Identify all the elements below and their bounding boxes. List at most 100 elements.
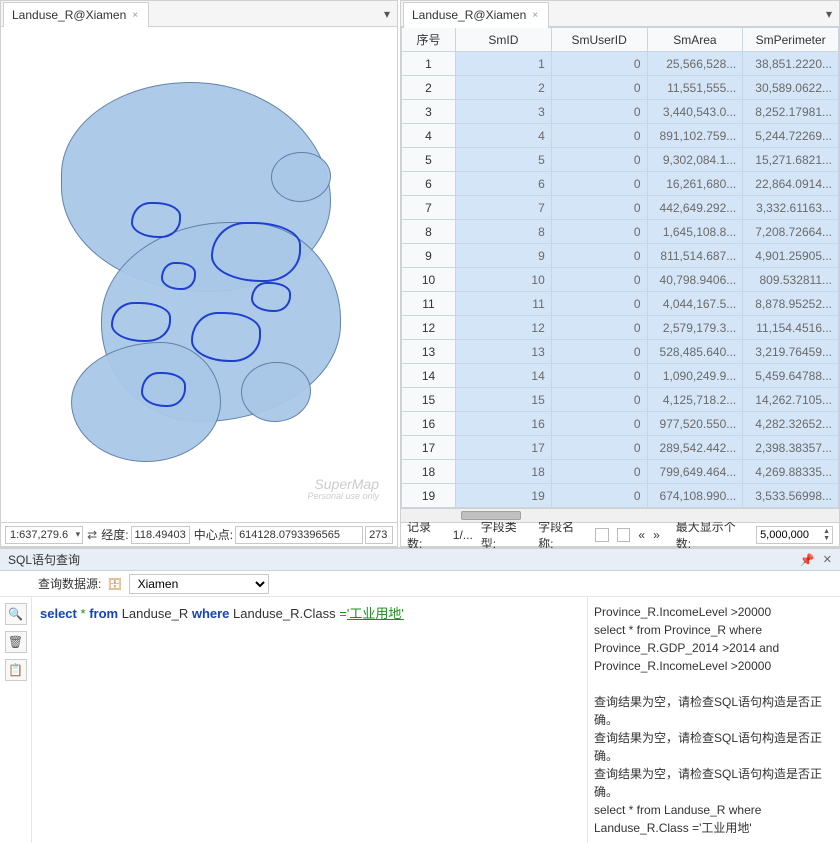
table-row[interactable]: 141401,090,249.9...5,459.64788... — [402, 364, 839, 388]
cell-smarea: 977,520.550... — [647, 412, 743, 436]
table-tab-bar: Landuse_R@Xiamen × ▾ — [401, 1, 839, 27]
cell-smperimeter: 4,282.32652... — [743, 412, 839, 436]
cell-rownum: 4 — [402, 124, 456, 148]
center-x[interactable]: 614128.0793396565 — [235, 526, 363, 544]
table-row[interactable]: 111104,044,167.5...8,878.95252... — [402, 292, 839, 316]
delete-icon[interactable]: 🗑 — [5, 631, 27, 653]
maxcount-input[interactable] — [757, 529, 821, 541]
tab-dropdown-icon[interactable]: ▾ — [821, 7, 837, 21]
table-row[interactable]: 990811,514.687...4,901.25905... — [402, 244, 839, 268]
cell-rownum: 14 — [402, 364, 456, 388]
table-row[interactable]: 17170289,542.442...2,398.38357... — [402, 436, 839, 460]
cell-smarea: 9,302,084.1... — [647, 148, 743, 172]
cell-smuserid: 0 — [551, 460, 647, 484]
map-canvas[interactable]: SuperMap Personal use only — [1, 27, 397, 522]
layout-icon[interactable] — [595, 528, 609, 542]
col-rownum[interactable]: 序号 — [402, 28, 456, 52]
col-smuserid[interactable]: SmUserID — [551, 28, 647, 52]
table-row[interactable]: 19190674,108.990...3,533.56998... — [402, 484, 839, 508]
tab-dropdown-icon[interactable]: ▾ — [379, 7, 395, 21]
center-label: 中心点: — [194, 526, 233, 543]
table-row[interactable]: 22011,551,555...30,589.0622... — [402, 76, 839, 100]
log-line: 查询结果为空，请检查SQL语句构造是否正确。 — [594, 693, 834, 729]
map-panel: Landuse_R@Xiamen × ▾ — [0, 0, 398, 547]
swap-icon[interactable]: ⇄ — [87, 527, 97, 543]
table-row[interactable]: 440891,102.759...5,244.72269... — [402, 124, 839, 148]
sql-ds-select[interactable]: Xiamen — [129, 574, 269, 594]
table-row[interactable]: 5509,302,084.1...15,271.6821... — [402, 148, 839, 172]
cell-smid: 6 — [456, 172, 552, 196]
cell-smarea: 25,566,528... — [647, 52, 743, 76]
table-row[interactable]: 121202,579,179.3...11,154.4516... — [402, 316, 839, 340]
sql-log[interactable]: Province_R.IncomeLevel >20000 select * f… — [588, 597, 840, 843]
cell-smuserid: 0 — [551, 124, 647, 148]
h-scrollbar[interactable] — [401, 508, 839, 522]
col-smarea[interactable]: SmArea — [647, 28, 743, 52]
cell-smid: 9 — [456, 244, 552, 268]
watermark: SuperMap Personal use only — [307, 477, 379, 502]
table-row[interactable]: 151504,125,718.2...14,262.7105... — [402, 388, 839, 412]
table-row[interactable]: 11025,566,528...38,851.2220... — [402, 52, 839, 76]
table-tab[interactable]: Landuse_R@Xiamen × — [403, 2, 549, 28]
map-tab[interactable]: Landuse_R@Xiamen × — [3, 2, 149, 28]
close-icon[interactable]: × — [132, 10, 138, 21]
next-icon[interactable]: » — [653, 528, 660, 542]
scale-combo[interactable]: 1:637,279.6 — [5, 526, 83, 544]
cell-rownum: 13 — [402, 340, 456, 364]
cell-smid: 4 — [456, 124, 552, 148]
cell-smarea: 799,649.464... — [647, 460, 743, 484]
center-y[interactable]: 273 — [365, 526, 393, 544]
database-icon: 🗄 — [107, 577, 122, 591]
sql-editor[interactable]: select * from Landuse_R where Landuse_R.… — [32, 597, 588, 843]
attribute-panel: Landuse_R@Xiamen × ▾ 序号 SmID SmUserID Sm… — [400, 0, 840, 547]
cell-smuserid: 0 — [551, 244, 647, 268]
cell-smuserid: 0 — [551, 340, 647, 364]
lng-value[interactable]: 118.49403 — [131, 526, 190, 544]
cell-rownum: 9 — [402, 244, 456, 268]
log-line: 查询结果为空，请检查SQL语句构造是否正确。 — [594, 765, 834, 801]
cell-smperimeter: 38,851.2220... — [743, 52, 839, 76]
table-row[interactable]: 13130528,485.640...3,219.76459... — [402, 340, 839, 364]
table-row[interactable]: 16160977,520.550...4,282.32652... — [402, 412, 839, 436]
close-icon[interactable]: ✕ — [823, 553, 832, 566]
table-row[interactable]: 3303,440,543.0...8,252.17981... — [402, 100, 839, 124]
close-icon[interactable]: × — [532, 10, 538, 21]
maxcount-spinner[interactable]: ▲▼ — [756, 526, 833, 544]
search-icon[interactable]: 🔍 — [5, 603, 27, 625]
cell-rownum: 5 — [402, 148, 456, 172]
table-row[interactable]: 66016,261,680...22,864.0914... — [402, 172, 839, 196]
cell-smid: 8 — [456, 220, 552, 244]
pin-icon[interactable]: 📌 — [800, 553, 815, 567]
cell-smid: 5 — [456, 148, 552, 172]
cell-rownum: 16 — [402, 412, 456, 436]
col-smperimeter[interactable]: SmPerimeter — [743, 28, 839, 52]
cell-smperimeter: 7,208.72664... — [743, 220, 839, 244]
records-label: 记录数: — [407, 518, 445, 552]
cell-smperimeter: 2,398.38357... — [743, 436, 839, 460]
cell-rownum: 7 — [402, 196, 456, 220]
cell-smid: 18 — [456, 460, 552, 484]
table-row[interactable]: 1010040,798.9406...809.532811... — [402, 268, 839, 292]
cell-smuserid: 0 — [551, 484, 647, 508]
col-smid[interactable]: SmID — [456, 28, 552, 52]
cell-smarea: 891,102.759... — [647, 124, 743, 148]
cell-rownum: 2 — [402, 76, 456, 100]
table-row[interactable]: 8801,645,108.8...7,208.72664... — [402, 220, 839, 244]
cell-smarea: 4,044,167.5... — [647, 292, 743, 316]
attribute-table[interactable]: 序号 SmID SmUserID SmArea SmPerimeter 1102… — [401, 27, 839, 508]
cell-smid: 17 — [456, 436, 552, 460]
cell-smperimeter: 4,901.25905... — [743, 244, 839, 268]
cell-rownum: 12 — [402, 316, 456, 340]
table-status-bar: 记录数: 1/... 字段类型: 字段名称: « » 最大显示个数: ▲▼ — [401, 522, 839, 546]
cell-smperimeter: 30,589.0622... — [743, 76, 839, 100]
prev-icon[interactable]: « — [638, 528, 645, 542]
cell-smuserid: 0 — [551, 220, 647, 244]
table-row[interactable]: 18180799,649.464...4,269.88335... — [402, 460, 839, 484]
cell-smid: 3 — [456, 100, 552, 124]
lng-label: 经度: — [101, 526, 128, 543]
cell-rownum: 1 — [402, 52, 456, 76]
layout-icon-2[interactable] — [617, 528, 631, 542]
table-row[interactable]: 770442,649.292...3,332.61163... — [402, 196, 839, 220]
history-icon[interactable]: 📋 — [5, 659, 27, 681]
cell-smarea: 2,579,179.3... — [647, 316, 743, 340]
